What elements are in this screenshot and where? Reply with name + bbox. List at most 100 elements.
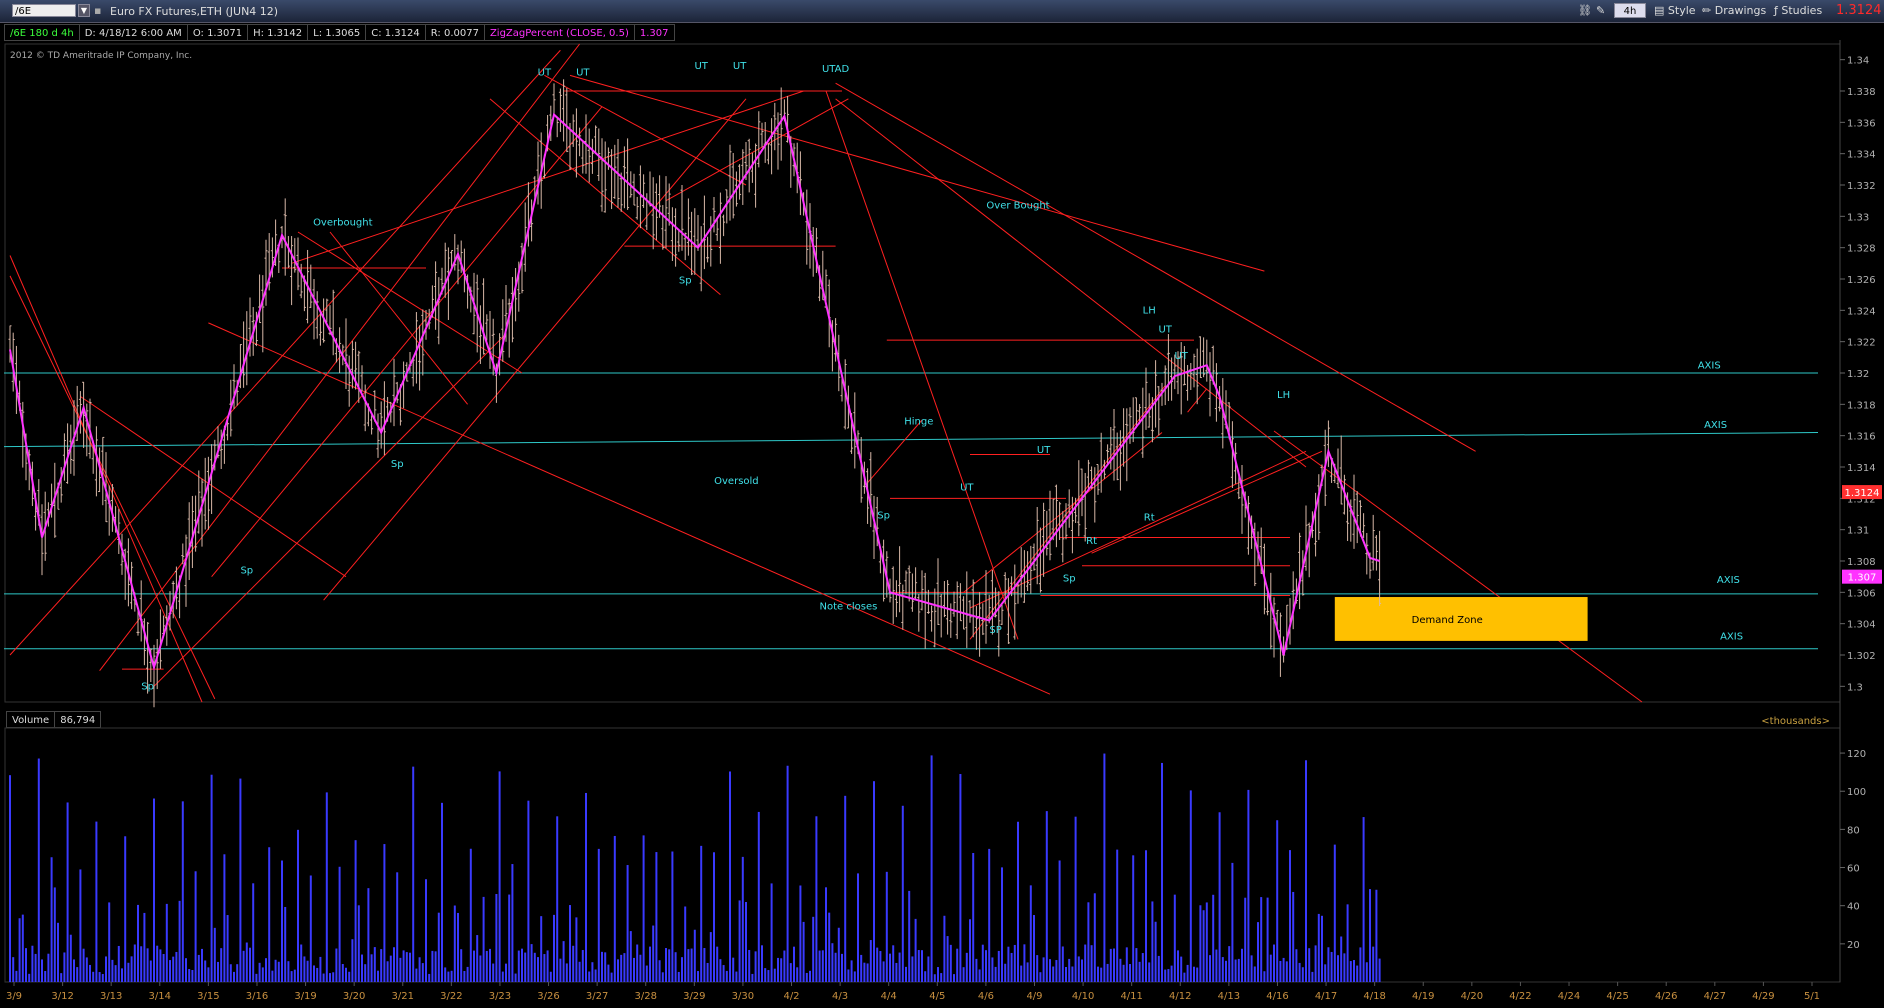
zigzag-line[interactable] (9, 112, 1380, 672)
trend-line[interactable] (569, 74, 1265, 272)
trend-line[interactable] (323, 98, 747, 601)
trend-line[interactable] (9, 49, 561, 656)
volume-bar (684, 906, 687, 982)
volume-bar (620, 954, 623, 982)
volume-bar (860, 954, 863, 982)
symbol-input[interactable]: /6E (12, 4, 76, 17)
volume-bar (889, 953, 891, 982)
volume-bar (1135, 948, 1138, 982)
volume-bar (18, 918, 21, 982)
volume-bar (105, 956, 107, 982)
trend-line[interactable] (99, 43, 580, 671)
trend-line[interactable] (969, 450, 1307, 609)
volume-title[interactable]: Volume (6, 711, 56, 728)
volume-bar (556, 816, 559, 982)
trend-line[interactable] (1273, 430, 1643, 703)
trend-line[interactable] (80, 396, 347, 578)
trend-line[interactable] (153, 333, 507, 687)
trend-line[interactable] (9, 275, 216, 700)
link-icon[interactable]: ⛓ (1578, 3, 1592, 19)
trend-line[interactable] (825, 90, 1019, 640)
volume-bar (431, 950, 434, 982)
trend-line[interactable] (489, 98, 721, 296)
chart-annotation: Note closes (819, 602, 877, 613)
volume-bar (367, 888, 370, 982)
trend-line[interactable] (9, 255, 203, 703)
volume-bar (1151, 901, 1154, 982)
volume-bar (348, 971, 351, 982)
volume-bar (12, 957, 15, 982)
symbol-dropdown-button[interactable]: ▼ (78, 4, 90, 17)
volume-bar (1196, 967, 1199, 982)
chart-annotation: Sp (240, 566, 253, 577)
volume-bar (988, 848, 991, 982)
volume-bar (325, 792, 328, 982)
trend-line[interactable] (211, 106, 603, 577)
volume-bar (220, 948, 223, 982)
trend-line[interactable] (969, 385, 1166, 640)
volume-bar (911, 956, 914, 982)
trend-line[interactable] (835, 98, 1307, 468)
volume-bar (1029, 885, 1032, 982)
volume-bar (850, 960, 853, 982)
volume-bar (949, 944, 952, 982)
volume-bar (405, 952, 408, 982)
aggregation-period-button[interactable]: 4h (1614, 3, 1646, 18)
volume-bar (697, 971, 699, 982)
volume-bar (428, 973, 431, 982)
volume-bar (316, 967, 319, 982)
volume-bar (863, 962, 866, 982)
chart-annotation: Sp (141, 681, 154, 692)
date-tick-label: 3/26 (537, 991, 559, 1002)
volume-bar (1324, 964, 1327, 982)
volume-bar (1097, 966, 1099, 982)
demand-zone-box[interactable] (1334, 597, 1588, 641)
chart-annotation: UT (694, 61, 708, 72)
chart-annotation: UT (576, 67, 590, 78)
volume-bar (479, 955, 482, 982)
volume-bar (457, 912, 459, 982)
volume-bar (265, 958, 267, 982)
volume-bar (767, 970, 770, 982)
trend-line[interactable] (665, 98, 849, 202)
volume-bar (735, 971, 738, 982)
volume-bar (69, 934, 72, 982)
trend-line[interactable] (297, 231, 523, 374)
trend-line[interactable] (1091, 450, 1323, 554)
volume-bar (1084, 944, 1087, 982)
chart-annotation: UT (1037, 445, 1051, 456)
volume-bar (172, 956, 175, 982)
trend-line[interactable] (329, 231, 468, 405)
date-tick-label: 4/5 (929, 991, 945, 1002)
volume-bar (1253, 966, 1256, 982)
volume-bar (543, 954, 546, 982)
volume-bar (25, 948, 27, 982)
info-study[interactable]: ZigZagPercent (CLOSE, 0.5) (483, 24, 635, 41)
chart-annotation: AXIS (1704, 420, 1727, 431)
volume-bar (1330, 951, 1333, 982)
volume-bar (111, 959, 114, 982)
studies-button[interactable]: ƒ Studies (1774, 3, 1822, 19)
trend-line[interactable] (544, 74, 747, 186)
drawings-button[interactable]: ✏ Drawings (1702, 3, 1766, 19)
volume-bar (201, 948, 203, 982)
price-tag-label: 1.3124 (1845, 488, 1880, 499)
price-tick-label: 1.304 (1847, 620, 1876, 631)
volume-bar (463, 971, 466, 982)
axis-line[interactable] (3, 432, 1819, 448)
date-tick-label: 4/22 (1509, 991, 1531, 1002)
volume-bar (329, 973, 331, 982)
volume-bar (249, 947, 251, 982)
volume-bar (185, 958, 187, 982)
trend-line[interactable] (963, 432, 1163, 593)
trend-line[interactable] (208, 322, 1051, 695)
trend-line[interactable] (867, 419, 923, 483)
settings-wrench-icon[interactable]: ✎ (1596, 3, 1605, 19)
volume-bar (511, 864, 514, 982)
trend-line[interactable] (835, 82, 1476, 452)
volume-bar (879, 951, 882, 982)
trend-line[interactable] (1187, 388, 1208, 413)
trend-line[interactable] (291, 90, 804, 264)
style-button[interactable]: ▤ Style (1654, 3, 1696, 19)
chart-canvas[interactable]: 2012 © TD Ameritrade IP Company, Inc. <t… (0, 0, 1884, 1008)
